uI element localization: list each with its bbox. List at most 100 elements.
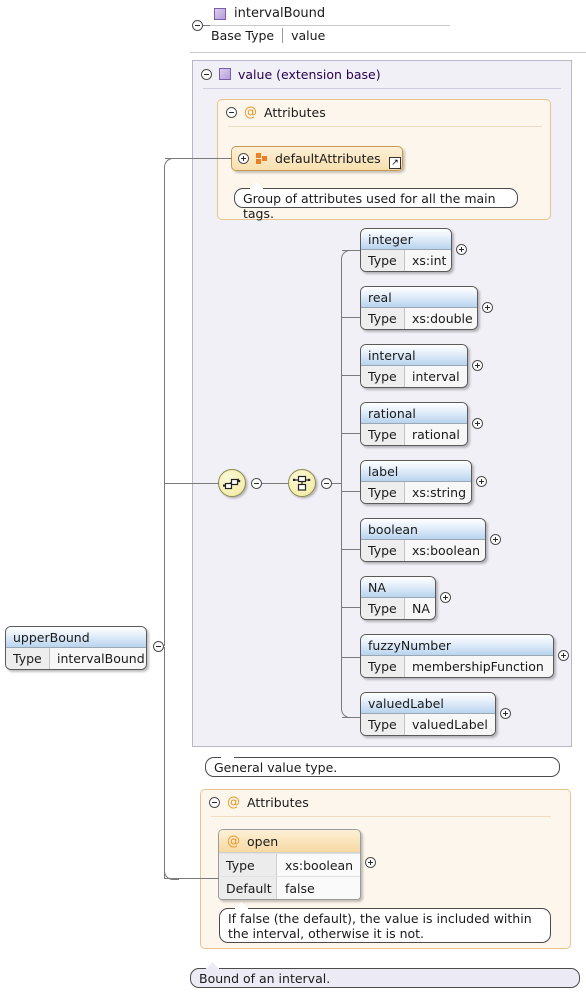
base-type-label: Base Type <box>211 28 275 43</box>
type-value: membershipFunction <box>405 656 553 677</box>
default-attributes-expand-toggle[interactable] <box>238 153 249 164</box>
base-type-value: value <box>291 28 326 43</box>
branch-stub <box>342 607 362 608</box>
expand-toggle-integer[interactable] <box>456 244 467 255</box>
default-attributes-group-ref[interactable]: defaultAttributes ↗ <box>231 146 403 171</box>
sequence-icon <box>223 478 241 490</box>
attribute-group-icon <box>256 153 268 164</box>
element-node-upperbound[interactable]: upperBound Type intervalBound <box>5 626 147 670</box>
element-name: label <box>361 461 471 482</box>
base-type-row: Base Type value <box>211 28 325 43</box>
element-node-na[interactable]: NA Type NA <box>360 576 436 620</box>
choice-collapse-toggle[interactable] <box>321 478 332 489</box>
branch-stub <box>342 717 362 718</box>
expand-toggle-rational[interactable] <box>472 418 483 429</box>
choice-compositor[interactable] <box>288 469 316 497</box>
upperbound-collapse-toggle[interactable] <box>153 641 164 652</box>
left-elbow-top <box>164 158 179 170</box>
attribute-type-row: Type xs:boolean <box>219 853 360 876</box>
connector-line <box>262 483 288 484</box>
branch-stub <box>342 250 362 251</box>
element-type-row: Type membershipFunction <box>361 656 553 677</box>
type-label: Type <box>361 656 405 677</box>
attribute-name-row: @ open <box>219 830 360 853</box>
branch-elbow-top <box>341 250 356 261</box>
reference-arrow-icon: ↗ <box>389 157 401 169</box>
expand-toggle-open[interactable] <box>365 857 376 868</box>
type-label: Type <box>361 424 405 445</box>
element-type-row: Type NA <box>361 598 435 619</box>
branch-stub <box>342 657 362 658</box>
element-name: boolean <box>361 519 485 540</box>
choice-icon <box>293 475 311 491</box>
element-node-boolean[interactable]: boolean Type xs:boolean <box>360 518 486 562</box>
expand-toggle-real[interactable] <box>482 302 493 313</box>
attribute-default-row: Default false <box>219 876 360 899</box>
extension-collapse-toggle[interactable] <box>201 68 212 80</box>
default-attributes-annotation: Group of attributes used for all the mai… <box>234 182 518 221</box>
open-attribute-annotation: If false (the default), the value is inc… <box>219 902 551 943</box>
type-label: Type <box>361 482 405 503</box>
sequence-compositor[interactable] <box>218 469 246 497</box>
callout-tip-mask <box>221 757 234 759</box>
divider <box>211 816 551 817</box>
divider <box>282 28 284 43</box>
extension-base-header: value (extension base) <box>193 61 581 87</box>
type-label: Type <box>361 366 405 387</box>
connector-line <box>165 878 219 879</box>
attribute-node-open[interactable]: @ open Type xs:boolean Default false <box>218 829 361 900</box>
expand-toggle-label[interactable] <box>476 476 487 487</box>
element-node-valuedlabel[interactable]: valuedLabel Type valuedLabel <box>360 692 496 736</box>
extension-base-label: value (extension base) <box>238 66 381 82</box>
annotation-text: If false (the default), the value is inc… <box>228 911 532 941</box>
element-node-label[interactable]: label Type xs:string <box>360 460 472 504</box>
left-trunk <box>164 647 165 879</box>
element-node-integer[interactable]: integer Type xs:int <box>360 228 452 272</box>
type-label: Type <box>361 308 405 329</box>
expand-toggle-boolean[interactable] <box>490 534 501 545</box>
type-value: rational <box>405 424 467 445</box>
attributes-top-header: @ Attributes <box>218 100 560 124</box>
element-name: rational <box>361 403 467 424</box>
branch-trunk <box>341 259 342 708</box>
element-icon <box>219 68 231 80</box>
at-icon: @ <box>227 794 240 810</box>
element-type-row: Type rational <box>361 424 467 445</box>
extension-annotation: General value type. <box>205 751 560 777</box>
connector-line <box>165 483 219 484</box>
default-attributes-label: defaultAttributes <box>275 151 381 166</box>
element-type-row: Type xs:boolean <box>361 540 485 561</box>
attribute-name: open <box>247 833 279 849</box>
type-label: Type <box>361 250 405 271</box>
attributes-bottom-collapse-toggle[interactable] <box>209 796 220 808</box>
branch-stub <box>342 433 362 434</box>
element-name: integer <box>361 229 451 250</box>
element-node-fuzzynumber[interactable]: fuzzyNumber Type membershipFunction <box>360 634 554 678</box>
branch-stub <box>342 549 362 550</box>
element-name: NA <box>361 577 435 598</box>
divider <box>190 52 586 53</box>
type-label: Type <box>361 714 405 735</box>
type-value: intervalBound <box>50 648 146 669</box>
element-node-interval[interactable]: interval Type interval <box>360 344 468 388</box>
branch-stub <box>342 317 362 318</box>
expand-toggle-na[interactable] <box>440 592 451 603</box>
attributes-top-collapse-toggle[interactable] <box>226 106 237 118</box>
element-node-rational[interactable]: rational Type rational <box>360 402 468 446</box>
left-trunk <box>164 168 165 646</box>
annotation-text: General value type. <box>214 760 338 775</box>
at-icon: @ <box>227 833 240 849</box>
type-value: NA <box>405 598 435 619</box>
expand-toggle-interval[interactable] <box>472 360 483 371</box>
root-element-name: intervalBound <box>234 6 326 21</box>
type-label: Type <box>361 540 405 561</box>
at-icon: @ <box>244 104 257 120</box>
expand-toggle-valuedlabel[interactable] <box>500 708 511 719</box>
sequence-collapse-toggle[interactable] <box>251 478 262 489</box>
expand-toggle-fuzzynumber[interactable] <box>558 650 569 661</box>
root-collapse-toggle[interactable] <box>192 20 203 31</box>
element-type-row: Type xs:string <box>361 482 471 503</box>
element-type-row: Type xs:double <box>361 308 477 329</box>
element-node-real[interactable]: real Type xs:double <box>360 286 478 330</box>
divider <box>203 88 561 89</box>
